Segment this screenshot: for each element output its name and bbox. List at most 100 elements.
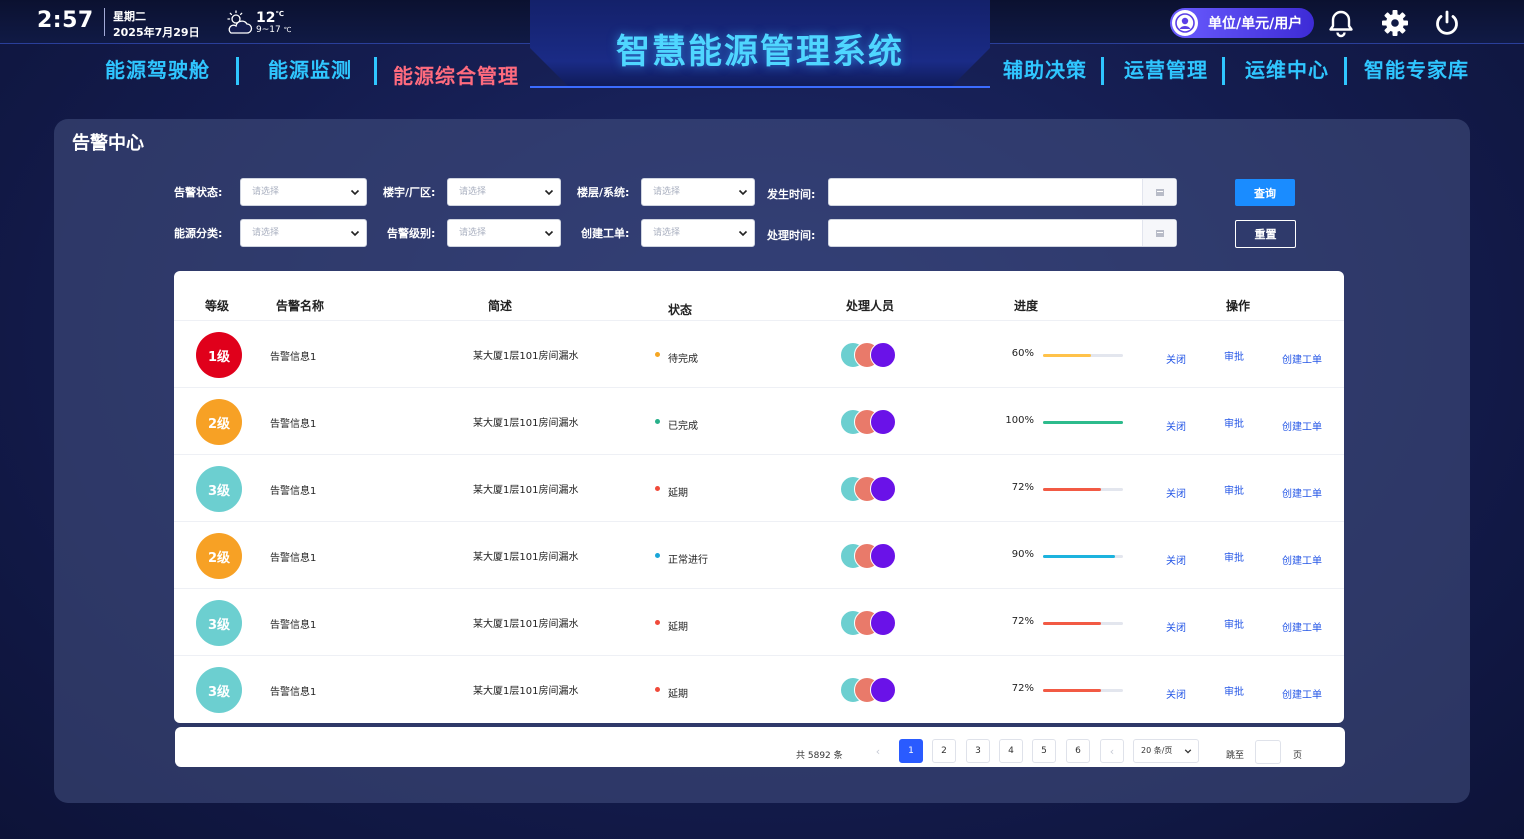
page-button-1[interactable]: 1 [899, 739, 923, 763]
status-text: 已完成 [668, 421, 698, 432]
header-level: 等级 [205, 299, 230, 313]
alarm-description: 某大厦1层101房间漏水 [473, 619, 579, 630]
nav-separator [1101, 57, 1104, 85]
nav-separator [236, 57, 239, 85]
progress-bar [1043, 488, 1123, 491]
status-text: 待完成 [668, 354, 698, 365]
create-work-order-button[interactable]: 创建工单 [1282, 485, 1322, 500]
power-icon[interactable] [1432, 8, 1462, 38]
user-label: 单位/单元/用户 [1208, 16, 1303, 32]
select-placeholder: 请选择 [459, 187, 487, 197]
handler-avatars [840, 476, 900, 502]
progress-text: 60% [1011, 348, 1034, 359]
avatar [870, 342, 896, 368]
calendar-icon[interactable] [1142, 220, 1176, 246]
gear-icon[interactable] [1380, 8, 1410, 38]
close-button[interactable]: 关闭 [1166, 485, 1186, 500]
progress-bar [1043, 555, 1123, 558]
approve-button[interactable]: 审批 [1224, 683, 1244, 698]
chevron-down-icon [738, 189, 748, 196]
date: 2025年7月29日 [113, 26, 200, 39]
nav-energy-monitoring[interactable]: 能源监测 [268, 54, 352, 83]
avatar [870, 677, 896, 703]
status-text: 延期 [668, 488, 688, 499]
jump-page-input[interactable] [1255, 740, 1281, 764]
nav-expert-library[interactable]: 智能专家库 [1364, 54, 1469, 83]
select-placeholder: 请选择 [653, 228, 681, 238]
select-placeholder: 请选择 [252, 228, 280, 238]
nav-energy-cockpit[interactable]: 能源驾驶舱 [105, 54, 210, 83]
alarm-table: 等级 告警名称 简述 状态 处理人员 进度 操作 1级 告警信息1 某大厦1层1… [174, 271, 1344, 723]
close-button[interactable]: 关闭 [1166, 418, 1186, 433]
nav-maintenance-center[interactable]: 运维中心 [1245, 54, 1329, 83]
prev-page-icon[interactable]: ‹ [866, 739, 890, 763]
nav-decision-support[interactable]: 辅助决策 [1003, 54, 1087, 83]
approve-button[interactable]: 审批 [1224, 482, 1244, 497]
progress-bar-fill [1043, 421, 1123, 424]
page-button-3[interactable]: 3 [966, 739, 990, 763]
bell-icon[interactable] [1326, 8, 1356, 38]
status-dot [655, 419, 660, 424]
reset-button[interactable]: 重置 [1235, 220, 1296, 248]
alarm-name: 告警信息1 [270, 352, 317, 363]
building-select[interactable]: 请选择 [447, 178, 561, 206]
header-actions: 操作 [1226, 299, 1251, 313]
close-button[interactable]: 关闭 [1166, 552, 1186, 567]
nav-energy-management[interactable]: 能源综合管理 [393, 60, 519, 89]
progress-bar-fill [1043, 622, 1101, 625]
create-work-order-button[interactable]: 创建工单 [1282, 686, 1322, 701]
occur-time-label: 发生时间: [767, 188, 816, 201]
calendar-icon[interactable] [1142, 179, 1176, 205]
work-order-select[interactable]: 请选择 [641, 219, 755, 247]
close-button[interactable]: 关闭 [1166, 351, 1186, 366]
occur-time-input[interactable] [828, 178, 1177, 206]
progress-text: 72% [1011, 482, 1034, 493]
create-work-order-button[interactable]: 创建工单 [1282, 351, 1322, 366]
approve-button[interactable]: 审批 [1224, 348, 1244, 363]
progress-text: 72% [1011, 616, 1034, 627]
create-work-order-button[interactable]: 创建工单 [1282, 552, 1322, 567]
page-button-6[interactable]: 6 [1066, 739, 1090, 763]
approve-button[interactable]: 审批 [1224, 415, 1244, 430]
progress-bar-fill [1043, 689, 1101, 692]
status-dot [655, 553, 660, 558]
nav-operation-management[interactable]: 运营管理 [1124, 54, 1208, 83]
chevron-down-icon [544, 230, 554, 237]
approve-button[interactable]: 审批 [1224, 616, 1244, 631]
nav-separator [374, 57, 377, 85]
alarm-status-select[interactable]: 请选择 [240, 178, 367, 206]
avatar [870, 610, 896, 636]
page-size-select[interactable]: 20 条/页 [1133, 739, 1199, 763]
alarm-level-select[interactable]: 请选择 [447, 219, 561, 247]
level-badge: 3级 [196, 667, 242, 713]
header-progress: 进度 [1014, 299, 1039, 313]
chevron-down-icon [1184, 749, 1192, 754]
next-page-icon[interactable]: ‹ [1100, 739, 1124, 763]
query-button[interactable]: 查询 [1235, 179, 1295, 206]
alarm-description: 某大厦1层101房间漏水 [473, 418, 579, 429]
chevron-down-icon [544, 189, 554, 196]
temperature-range: 9~17 ℃ [256, 25, 292, 35]
create-work-order-button[interactable]: 创建工单 [1282, 418, 1322, 433]
handler-avatars [840, 610, 900, 636]
user-menu-button[interactable]: 单位/单元/用户 [1170, 8, 1314, 38]
close-button[interactable]: 关闭 [1166, 619, 1186, 634]
alarm-name: 告警信息1 [270, 620, 317, 631]
alarm-name: 告警信息1 [270, 553, 317, 564]
header-description: 简述 [488, 299, 513, 313]
close-button[interactable]: 关闭 [1166, 686, 1186, 701]
nav-separator [1344, 57, 1347, 85]
floor-select[interactable]: 请选择 [641, 178, 755, 206]
status-text: 正常进行 [668, 555, 708, 566]
page-button-2[interactable]: 2 [932, 739, 956, 763]
handle-time-input[interactable] [828, 219, 1177, 247]
select-placeholder: 请选择 [459, 228, 487, 238]
page-button-4[interactable]: 4 [999, 739, 1023, 763]
table-row: 3级 告警信息1 某大厦1层101房间漏水 延期 72% 关闭 审批 创建工单 [174, 588, 1344, 655]
energy-type-label: 能源分类: [174, 227, 223, 240]
energy-type-select[interactable]: 请选择 [240, 219, 367, 247]
approve-button[interactable]: 审批 [1224, 549, 1244, 564]
create-work-order-button[interactable]: 创建工单 [1282, 619, 1322, 634]
page-button-5[interactable]: 5 [1032, 739, 1056, 763]
alarm-name: 告警信息1 [270, 419, 317, 430]
